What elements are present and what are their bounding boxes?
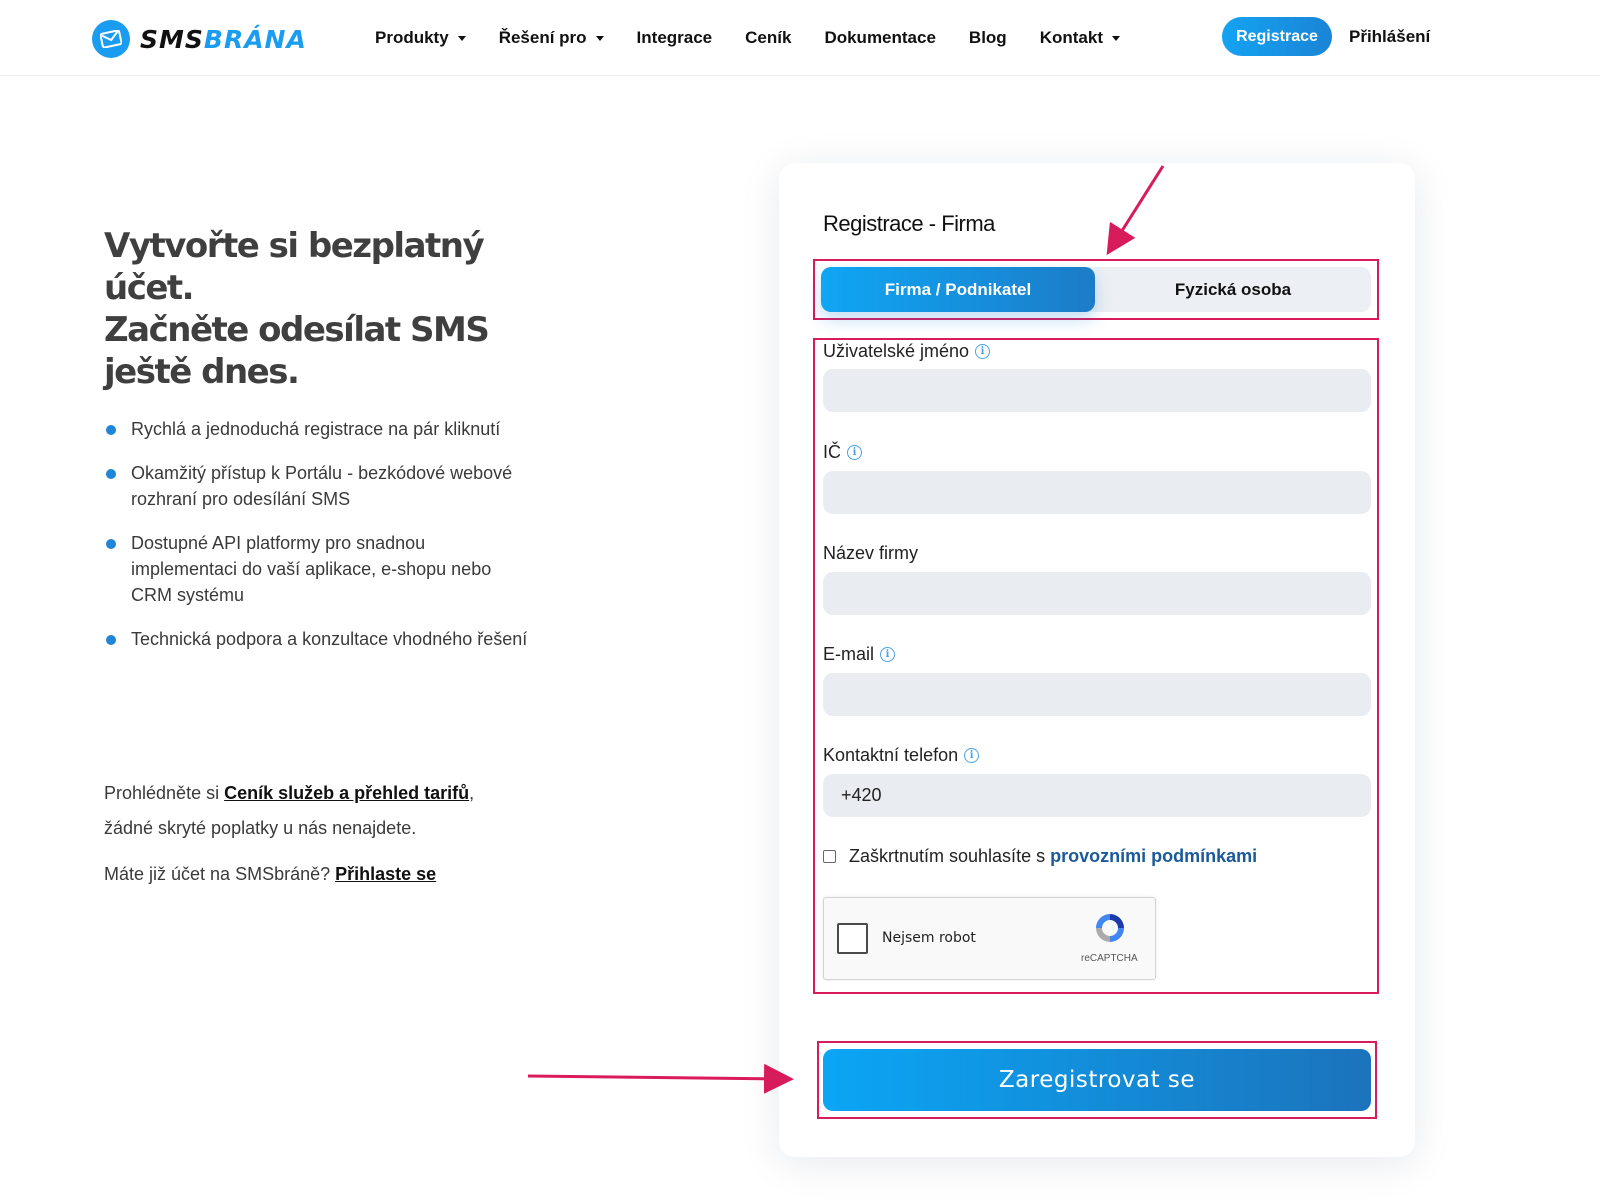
arrow-to-submit-icon [527,1063,794,1094]
login-prefix: Máte již účet na SMSbráně? [104,864,331,884]
caret-down-icon [457,35,466,41]
list-item: Rychlá a jednoduchá registrace na pár kl… [106,416,536,442]
main-nav: Produkty Řešení pro Integrace Ceník Doku… [375,0,1153,76]
nav-label: Integrace [636,28,713,47]
nav-label: Dokumentace [824,28,936,47]
info-icon[interactable]: i [880,647,896,662]
bullet-text: Okamžitý přístup k Portálu - bezkódové w… [131,463,513,509]
username-label: Uživatelské jméno i [823,341,991,362]
hero-title-line: Vytvořte si bezplatný účet. [104,226,485,308]
benefits-list: Rychlá a jednoduchá registrace na pár kl… [106,416,536,670]
nav-item-cenik[interactable]: Ceník [745,28,791,48]
info-icon[interactable]: i [975,344,991,359]
recaptcha-icon [1096,914,1124,942]
recaptcha-widget: Nejsem robot reCAPTCHA [823,897,1156,980]
logo-text: SMSBRÁNA [140,25,307,54]
bullet-dot-icon [106,635,116,645]
phone-label-text: Kontaktní telefon [823,745,959,765]
recaptcha-checkbox[interactable] [837,923,868,954]
bullet-dot-icon [106,539,116,549]
ico-input[interactable] [823,471,1371,514]
pricing-info: Prohlédněte si Ceník služeb a přehled ta… [104,776,524,846]
pricing-prefix: Prohlédněte si [104,783,220,803]
nav-label: Produkty [375,28,449,47]
envelope-icon [92,20,130,58]
company-name-input[interactable] [823,572,1371,615]
pricing-suffix: , [469,783,475,803]
hero-title-line: Začněte odesílat SMS [104,310,490,350]
phone-label: Kontaktní telefon i [823,745,980,766]
email-input[interactable] [823,673,1371,716]
company-name-label: Název firmy [823,543,918,564]
hero-title: Vytvořte si bezplatný účet. Začněte odes… [104,225,564,393]
company-name-label-text: Název firmy [823,543,919,563]
nav-label: Blog [968,28,1007,47]
login-prompt-link[interactable]: Přihlaste se [335,864,436,884]
nav-label: Ceník [745,28,792,47]
bullet-text: Dostupné API platformy pro snadnou imple… [131,533,492,605]
tab-company[interactable]: Firma / Podnikatel [821,267,1095,312]
login-prompt: Máte již účet na SMSbráně? Přihlaste se [104,864,436,885]
bullet-text: Rychlá a jednoduchá registrace na pár kl… [131,419,501,439]
terms-checkbox[interactable] [823,850,836,863]
list-item: Okamžitý přístup k Portálu - bezkódové w… [106,460,536,512]
terms-text: Zaškrtnutím souhlasíte s [849,846,1046,866]
logo-brana: BRÁNA [203,24,307,54]
form-title: Registrace - Firma [823,211,995,236]
recaptcha-brand: reCAPTCHA [1081,953,1138,964]
nav-label: Kontakt [1039,28,1103,47]
nav-item-kontakt[interactable]: Kontakt [1040,28,1120,48]
username-label-text: Uživatelské jméno [823,341,970,361]
pricing-line2: žádné skryté poplatky u nás nenajdete. [104,818,417,838]
info-icon[interactable]: i [964,748,980,763]
list-item: Technická podpora a konzultace vhodného … [106,626,536,652]
caret-down-icon [595,35,604,41]
phone-input[interactable] [823,774,1371,817]
ico-label-text: IČ [823,442,841,462]
register-button[interactable]: Registrace [1222,17,1332,56]
email-label: E-mail i [823,644,896,665]
nav-item-produkty[interactable]: Produkty [375,28,466,48]
email-label-text: E-mail [823,644,875,664]
username-input[interactable] [823,369,1371,412]
caret-down-icon [1111,35,1120,41]
bullet-dot-icon [106,469,116,479]
terms-link[interactable]: provozními podmínkami [1050,846,1257,867]
bullet-dot-icon [106,425,116,435]
login-link[interactable]: Přihlášení [1349,27,1430,47]
logo-sms: SMS [140,24,204,54]
bullet-text: Technická podpora a konzultace vhodného … [131,629,528,649]
list-item: Dostupné API platformy pro snadnou imple… [106,530,536,608]
recaptcha-label: Nejsem robot [882,930,976,946]
nav-item-reseni-pro[interactable]: Řešení pro [499,28,604,48]
pricing-link[interactable]: Ceník služeb a přehled tarifů [224,783,469,803]
nav-item-dokumentace[interactable]: Dokumentace [824,28,935,48]
tab-person[interactable]: Fyzická osoba [1095,267,1371,312]
logo[interactable]: SMSBRÁNA [92,20,307,58]
nav-item-integrace[interactable]: Integrace [637,28,713,48]
submit-button[interactable]: Zaregistrovat se [823,1049,1371,1111]
ico-label: IČ i [823,442,862,463]
nav-item-blog[interactable]: Blog [969,28,1007,48]
nav-label: Řešení pro [498,28,587,47]
fields-highlight-frame [813,338,1379,994]
site-header: SMSBRÁNA Produkty Řešení pro Integrace C… [0,0,1600,76]
terms-row: Zaškrtnutím souhlasíte s provozními podm… [823,846,1257,867]
info-icon[interactable]: i [847,445,862,460]
hero-title-line: ještě dnes. [104,352,300,392]
